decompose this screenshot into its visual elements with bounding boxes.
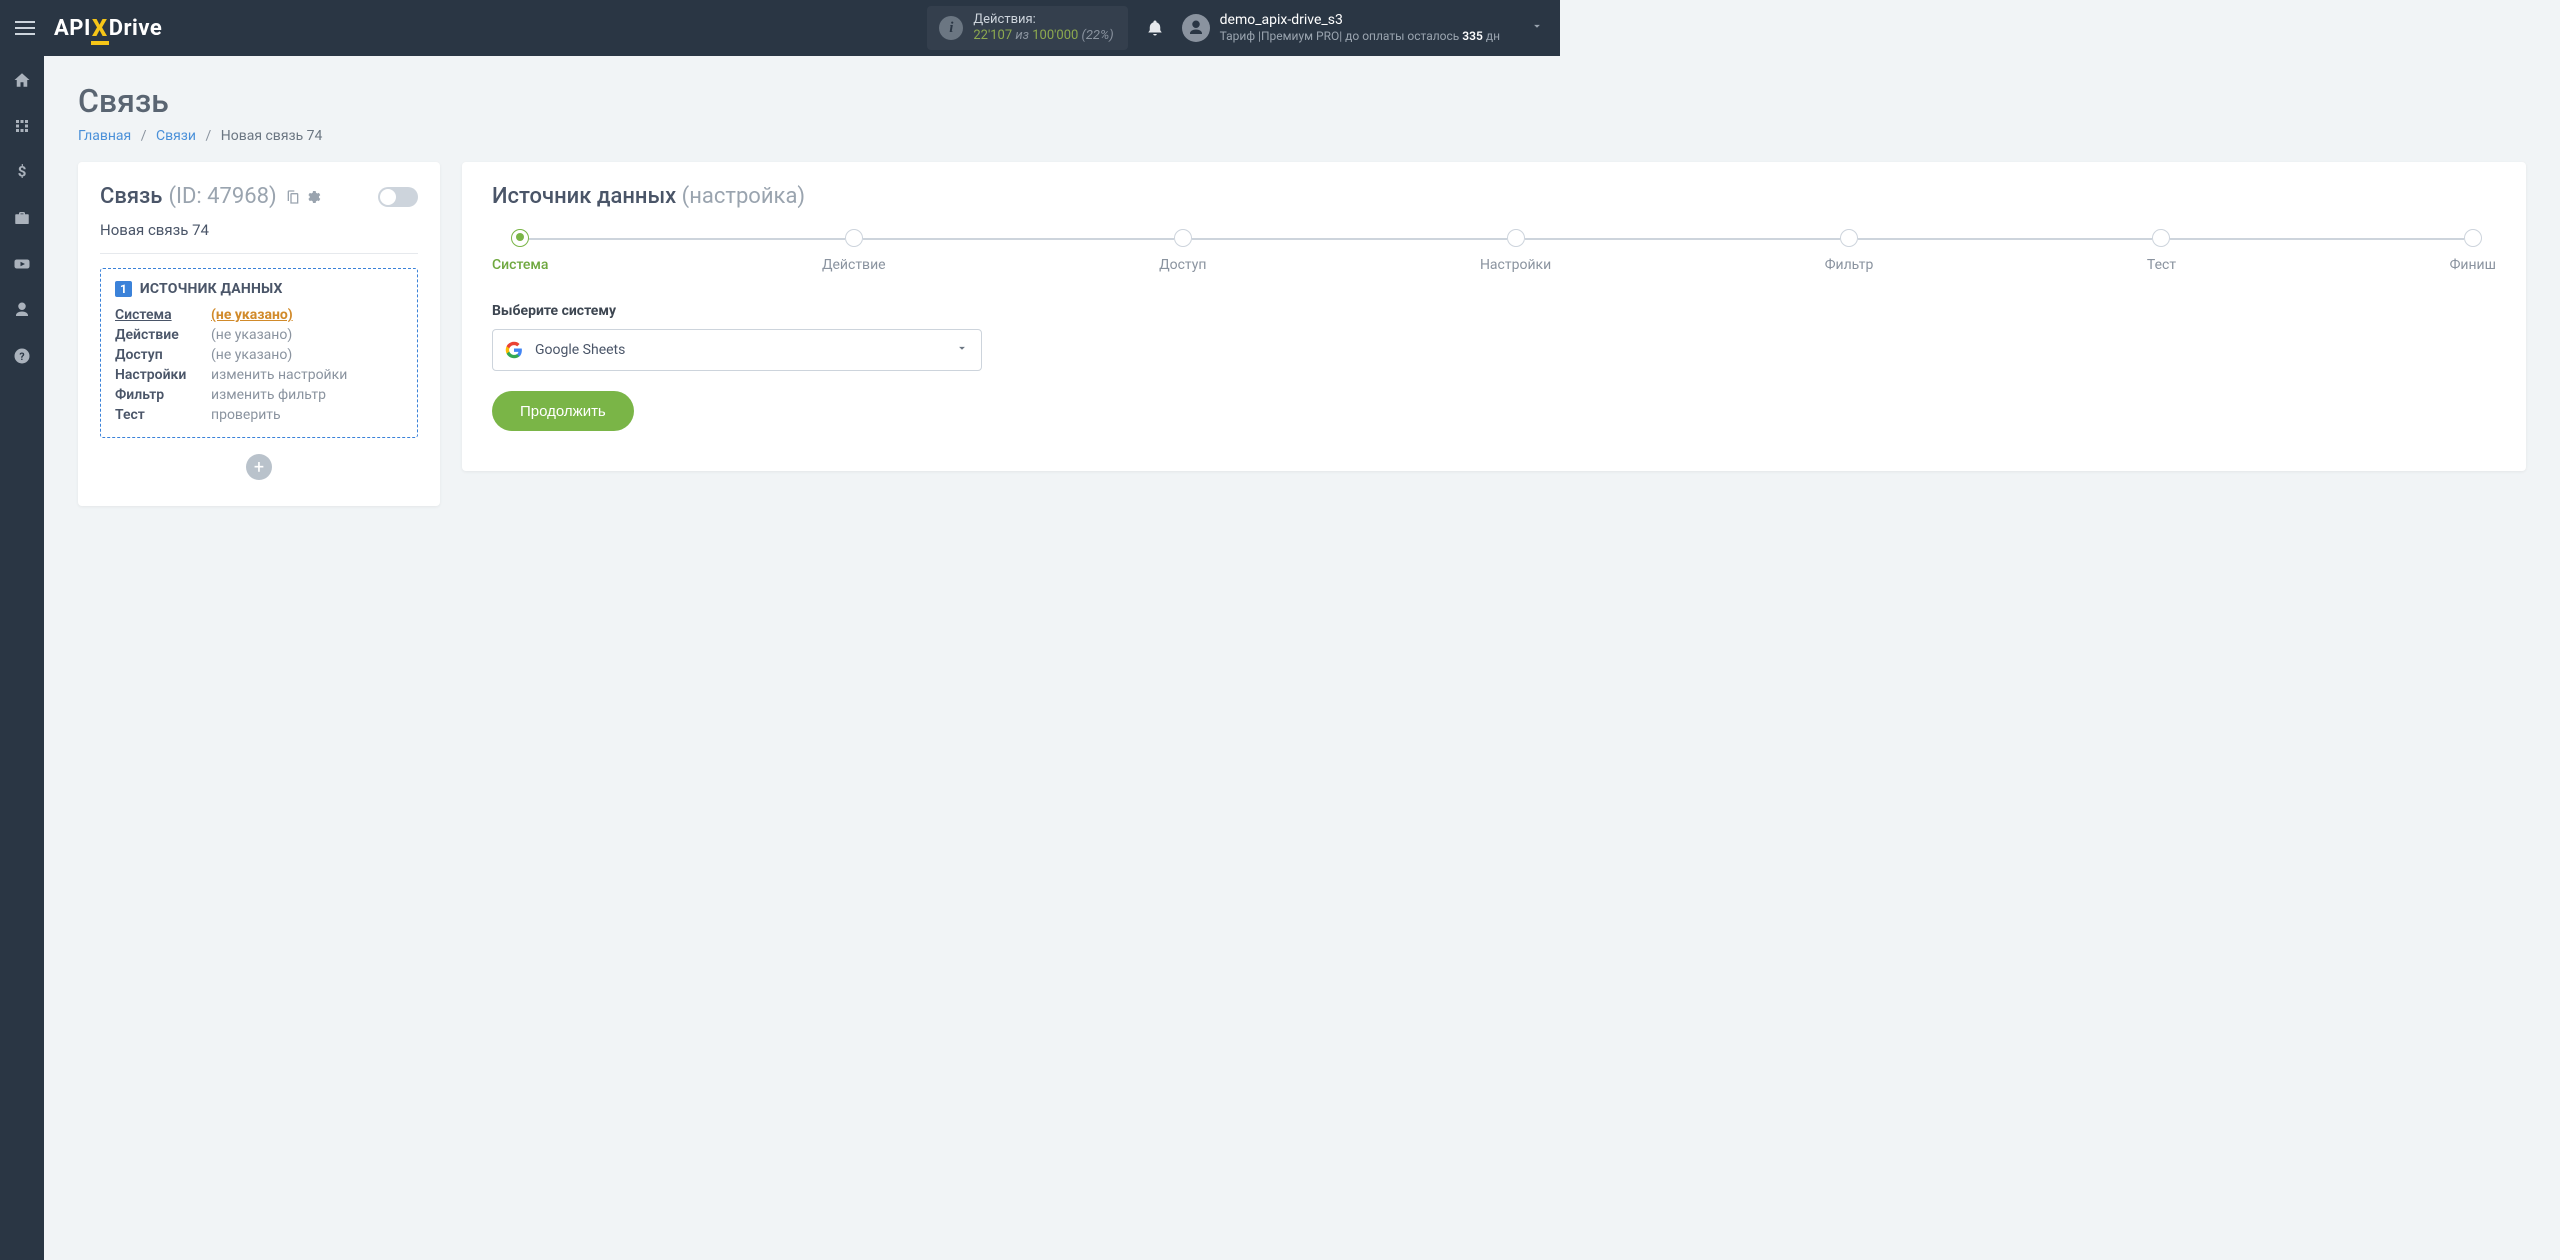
logo-text-pre: API: [54, 16, 91, 41]
connection-summary-card: Связь (ID: 47968) Новая связь 74 1 ИСТОЧ…: [78, 162, 440, 506]
system-select-value: Google Sheets: [535, 342, 625, 358]
sidebar-briefcase-icon[interactable]: [12, 208, 32, 228]
breadcrumb-links[interactable]: Связи: [156, 128, 196, 144]
system-select-label: Выберите систему: [492, 303, 2496, 319]
source-step-badge: 1: [115, 281, 132, 297]
sidebar-connections-icon[interactable]: [12, 116, 32, 136]
source-row-4[interactable]: Фильтр изменить фильтр: [115, 387, 403, 403]
breadcrumb-current: Новая связь 74: [221, 128, 323, 144]
chevron-down-icon: [955, 341, 969, 359]
source-row-label[interactable]: Настройки: [115, 367, 197, 383]
source-row-label[interactable]: Тест: [115, 407, 197, 423]
user-tariff: Тариф |Премиум PRO| до оплаты осталось 3…: [1220, 29, 1500, 44]
logo-text-post: Drive: [109, 16, 163, 41]
step-label: Доступ: [1159, 257, 1206, 273]
sidebar-help-icon[interactable]: ?: [12, 346, 32, 366]
step-действие[interactable]: Действие: [822, 229, 886, 273]
step-circle: [2464, 229, 2482, 247]
source-row-2[interactable]: Доступ (не указано): [115, 347, 403, 363]
avatar-icon: [1182, 14, 1210, 42]
step-circle: [1174, 229, 1192, 247]
actions-label: Действия:: [973, 12, 1113, 28]
source-row-label[interactable]: Система: [115, 307, 197, 323]
sidebar-video-icon[interactable]: [12, 254, 32, 274]
sidebar-user-icon[interactable]: [12, 300, 32, 320]
source-row-value: изменить настройки: [211, 367, 347, 383]
source-row-value: проверить: [211, 407, 281, 423]
page-title: Связь: [78, 82, 2526, 120]
connection-toggle[interactable]: [378, 187, 418, 207]
connection-label: Связь: [100, 184, 162, 209]
connection-name: Новая связь 74: [100, 221, 418, 254]
source-row-value: (не указано): [211, 327, 292, 343]
step-тест[interactable]: Тест: [2147, 229, 2176, 273]
step-доступ[interactable]: Доступ: [1159, 229, 1206, 273]
logo[interactable]: APIXDrive: [54, 14, 162, 42]
sidebar: $ ?: [0, 56, 44, 1260]
step-label: Фильтр: [1825, 257, 1874, 273]
configure-source-card: Источник данных (настройка) Система Дейст…: [462, 162, 2526, 471]
step-label: Тест: [2147, 257, 2176, 273]
step-label: Финиш: [2450, 257, 2496, 273]
source-row-value[interactable]: (не указано): [211, 307, 293, 323]
gear-icon[interactable]: [305, 189, 321, 205]
source-row-label[interactable]: Фильтр: [115, 387, 197, 403]
user-name: demo_apix-drive_s3: [1220, 12, 1500, 30]
step-фильтр[interactable]: Фильтр: [1825, 229, 1874, 273]
notifications-bell-icon[interactable]: [1146, 18, 1164, 38]
step-circle: [511, 229, 529, 247]
breadcrumb: Главная / Связи / Новая связь 74: [78, 128, 2526, 144]
step-label: Действие: [822, 257, 886, 273]
source-row-value: (не указано): [211, 347, 292, 363]
system-select[interactable]: Google Sheets: [492, 329, 982, 371]
source-row-5[interactable]: Тест проверить: [115, 407, 403, 423]
step-финиш[interactable]: Финиш: [2450, 229, 2496, 273]
step-label: Система: [492, 257, 548, 273]
source-row-1[interactable]: Действие (не указано): [115, 327, 403, 343]
sidebar-billing-icon[interactable]: $: [12, 162, 32, 182]
source-row-label[interactable]: Действие: [115, 327, 197, 343]
step-настройки[interactable]: Настройки: [1480, 229, 1551, 273]
add-step-button[interactable]: +: [246, 454, 272, 480]
sidebar-home-icon[interactable]: [12, 70, 32, 90]
hamburger-menu[interactable]: [0, 0, 50, 56]
step-circle: [1840, 229, 1858, 247]
google-sheets-icon: [505, 341, 523, 359]
step-label: Настройки: [1480, 257, 1551, 273]
logo-x: X: [92, 14, 108, 42]
chevron-down-icon: [1530, 19, 1544, 37]
user-menu[interactable]: demo_apix-drive_s3 Тариф |Премиум PRO| д…: [1182, 12, 1544, 45]
step-система[interactable]: Система: [492, 229, 548, 273]
step-circle: [845, 229, 863, 247]
stepper: Система Действие Доступ Настройки Фильтр Тест…: [492, 229, 2496, 273]
breadcrumb-home[interactable]: Главная: [78, 128, 131, 144]
source-row-0[interactable]: Система (не указано): [115, 307, 403, 323]
connection-id: (ID: 47968): [168, 184, 276, 209]
copy-icon[interactable]: [285, 189, 301, 205]
continue-button[interactable]: Продолжить: [492, 391, 634, 431]
source-step-title: ИСТОЧНИК ДАННЫХ: [140, 281, 283, 297]
actions-values: 22'107 из 100'000 (22%): [973, 28, 1113, 44]
source-row-label[interactable]: Доступ: [115, 347, 197, 363]
configure-title: Источник данных (настройка): [492, 184, 2496, 209]
actions-counter[interactable]: i Действия: 22'107 из 100'000 (22%): [927, 6, 1127, 49]
source-row-3[interactable]: Настройки изменить настройки: [115, 367, 403, 383]
data-source-box: 1 ИСТОЧНИК ДАННЫХ Система(не указано)Дей…: [100, 268, 418, 438]
step-circle: [1507, 229, 1525, 247]
svg-text:$: $: [18, 163, 27, 181]
source-row-value: изменить фильтр: [211, 387, 326, 403]
step-circle: [2152, 229, 2170, 247]
svg-text:?: ?: [19, 350, 24, 363]
info-icon: i: [939, 16, 963, 40]
